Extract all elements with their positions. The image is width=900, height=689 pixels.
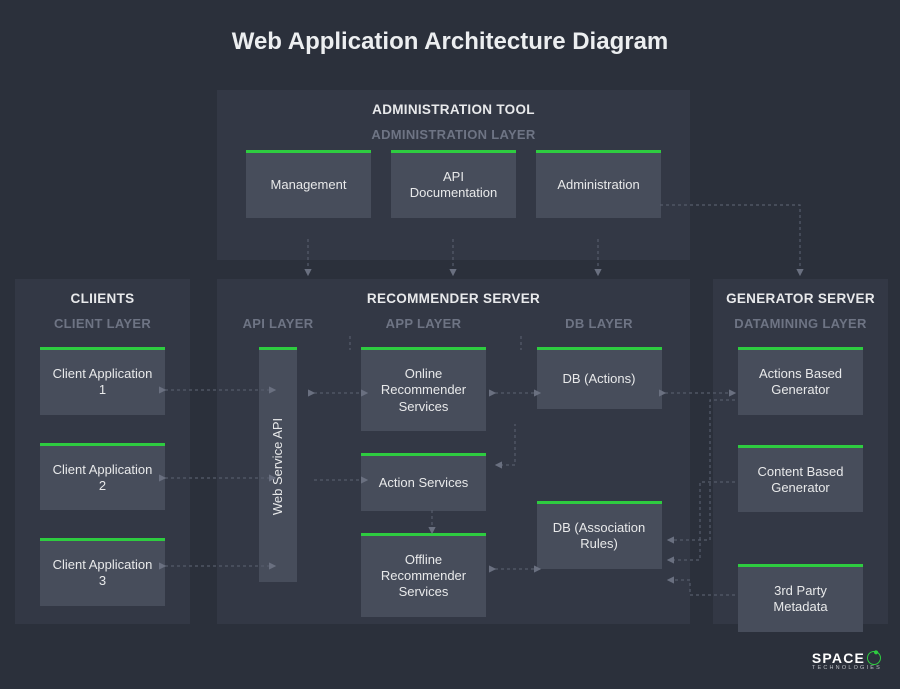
api-layer-label: API LAYER: [243, 316, 314, 331]
recommender-panel: RECOMMENDER SERVER API LAYER Web Service…: [217, 279, 690, 624]
offline-recommender-box: Offline Recommender Services: [361, 533, 486, 617]
brand-sub: TECHNOLOGIES: [812, 665, 882, 671]
db-actions-box: DB (Actions): [537, 347, 662, 409]
app-layer-column: APP LAYER Online Recommender Services Ac…: [349, 316, 499, 617]
datamining-layer-label: DATAMINING LAYER: [723, 316, 878, 331]
app-layer-label: APP LAYER: [386, 316, 462, 331]
brand-logo: SPACE TECHNOLOGIES: [812, 651, 882, 671]
web-service-api-box: Web Service API: [259, 347, 297, 582]
clients-panel: CLIIENTS CLIENT LAYER Client Application…: [15, 279, 190, 624]
db-layer-column: DB LAYER DB (Actions) DB (Association Ru…: [524, 316, 674, 617]
page-title: Web Application Architecture Diagram: [0, 0, 900, 56]
client-app-2-box: Client Application 2: [40, 443, 165, 511]
administration-box: Administration: [536, 150, 661, 218]
admin-layer-label: ADMINISTRATION LAYER: [227, 127, 680, 142]
clients-heading: CLIIENTS: [25, 291, 180, 306]
brand-name: SPACE: [812, 651, 865, 665]
client-app-3-box: Client Application 3: [40, 538, 165, 606]
management-box: Management: [246, 150, 371, 218]
action-services-box: Action Services: [361, 453, 486, 511]
admin-tool-heading: ADMINISTRATION TOOL: [227, 102, 680, 117]
client-app-1-box: Client Application 1: [40, 347, 165, 415]
third-party-metadata-box: 3rd Party Metadata: [738, 564, 863, 632]
web-service-api-label: Web Service API: [271, 417, 286, 514]
admin-tool-panel: ADMINISTRATION TOOL ADMINISTRATION LAYER…: [217, 90, 690, 260]
db-layer-label: DB LAYER: [565, 316, 633, 331]
content-based-generator-box: Content Based Generator: [738, 445, 863, 513]
recommender-heading: RECOMMENDER SERVER: [227, 291, 680, 306]
online-recommender-box: Online Recommender Services: [361, 347, 486, 431]
generator-heading: GENERATOR SERVER: [723, 291, 878, 306]
client-layer-label: CLIENT LAYER: [25, 316, 180, 331]
api-docs-box: API Documentation: [391, 150, 516, 218]
generator-panel: GENERATOR SERVER DATAMINING LAYER Action…: [713, 279, 888, 624]
api-layer-column: API LAYER Web Service API: [233, 316, 323, 617]
actions-based-generator-box: Actions Based Generator: [738, 347, 863, 415]
db-assoc-box: DB (Association Rules): [537, 501, 662, 569]
